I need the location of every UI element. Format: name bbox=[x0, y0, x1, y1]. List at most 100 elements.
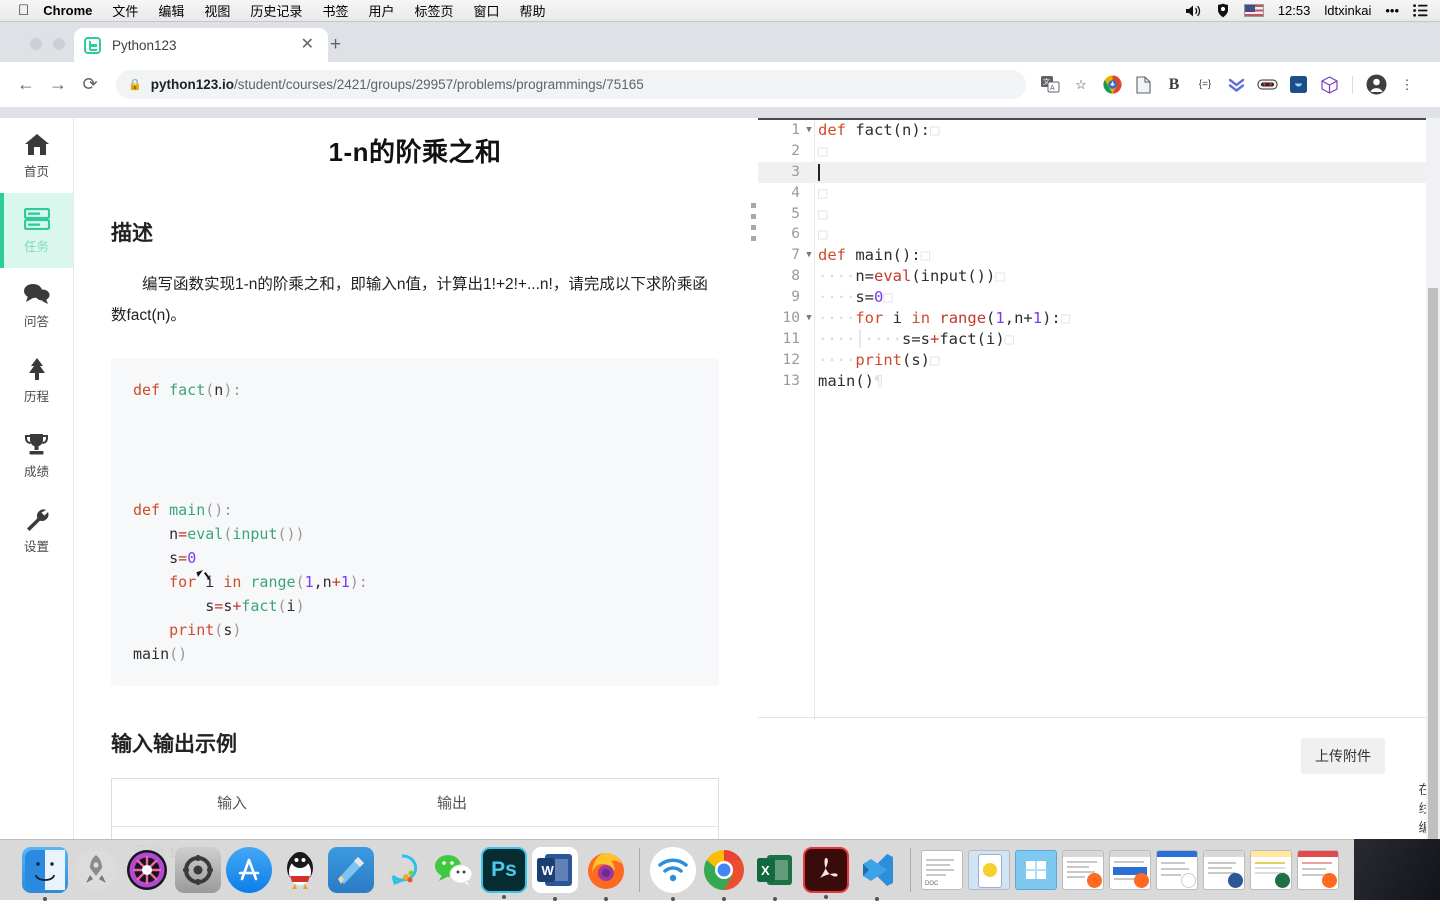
chrome-menu-icon[interactable]: ⋮ bbox=[1395, 73, 1419, 97]
reload-icon[interactable]: ⟳ bbox=[74, 74, 106, 95]
window-close-button[interactable] bbox=[30, 38, 42, 50]
line-number: 5 bbox=[791, 205, 800, 222]
launchpad-icon[interactable] bbox=[73, 847, 119, 893]
forward-arrow-icon[interactable]: → bbox=[42, 74, 74, 95]
siri-icon[interactable] bbox=[124, 847, 170, 893]
editor-line[interactable]: 12 ····print(s)□ bbox=[758, 350, 1440, 371]
blue-app-icon[interactable] bbox=[1286, 73, 1310, 97]
menu-item-bookmarks[interactable]: 书签 bbox=[322, 1, 348, 20]
double-chevron-icon[interactable] bbox=[1224, 73, 1248, 97]
vscode-icon[interactable] bbox=[854, 847, 900, 893]
upload-attachment-button[interactable]: 上传附件 bbox=[1301, 738, 1385, 774]
line-code: ····print(s)□ bbox=[818, 350, 940, 369]
system-preferences-icon[interactable] bbox=[175, 847, 221, 893]
menu-item-edit[interactable]: 编辑 bbox=[158, 1, 184, 20]
firefox-icon[interactable] bbox=[583, 847, 629, 893]
wifi-app-icon[interactable] bbox=[650, 847, 696, 893]
scrollbar-thumb[interactable] bbox=[1428, 288, 1438, 861]
menu-item-help[interactable]: 帮助 bbox=[520, 1, 546, 20]
robot-icon[interactable] bbox=[1255, 73, 1279, 97]
window-minimize-button[interactable] bbox=[53, 38, 65, 50]
line-code: □ bbox=[818, 183, 828, 202]
fold-arrow-icon[interactable]: ▼ bbox=[804, 120, 814, 141]
tasks-icon bbox=[23, 206, 51, 232]
menu-item-window[interactable]: 窗口 bbox=[473, 1, 499, 20]
finder-icon[interactable] bbox=[22, 847, 68, 893]
sidebar-item-grades[interactable]: 成绩 bbox=[0, 418, 73, 493]
menu-item-chrome[interactable]: Chrome bbox=[43, 3, 92, 18]
apple-logo-icon[interactable]:  bbox=[18, 3, 29, 18]
panel-splitter-handle[interactable] bbox=[748, 118, 758, 728]
editor-line[interactable]: 9 ····s=0□ bbox=[758, 287, 1440, 308]
editor-line[interactable]: 2 □ bbox=[758, 141, 1440, 162]
qq-browser-icon[interactable] bbox=[379, 847, 425, 893]
vivaldi-icon[interactable]: В bbox=[1162, 73, 1186, 97]
menu-item-view[interactable]: 视图 bbox=[204, 1, 230, 20]
ellipsis-icon[interactable]: ••• bbox=[1385, 3, 1399, 18]
browser-tab-python123[interactable]: Python123 ✕ bbox=[74, 28, 328, 62]
chrome-icon[interactable] bbox=[701, 847, 747, 893]
excel-window[interactable] bbox=[1250, 850, 1292, 890]
editor-line-active[interactable]: 3 bbox=[758, 161, 1440, 183]
menu-item-file[interactable]: 文件 bbox=[112, 1, 138, 20]
profile-avatar-icon[interactable] bbox=[1364, 73, 1388, 97]
wifi-window[interactable] bbox=[1156, 850, 1198, 890]
editor-line[interactable]: 7 ▼ def main():□ bbox=[758, 245, 1440, 266]
editor-line[interactable]: 5 □ bbox=[758, 204, 1440, 225]
page-scrollbar[interactable] bbox=[1426, 118, 1440, 861]
editor-line[interactable]: 13 main()¶ bbox=[758, 371, 1440, 392]
excel-icon[interactable]: X bbox=[752, 847, 798, 893]
sidebar-item-qa[interactable]: 问答 bbox=[0, 268, 73, 343]
editor-line[interactable]: 1 ▼ def fact(n):□ bbox=[758, 120, 1440, 141]
volume-icon[interactable] bbox=[1185, 4, 1202, 18]
xcode-icon[interactable] bbox=[328, 847, 374, 893]
menu-item-tabs[interactable]: 标签页 bbox=[414, 1, 453, 20]
doc-file-icon[interactable]: DOC bbox=[921, 850, 963, 890]
word-window[interactable] bbox=[1203, 850, 1245, 890]
security-shield-icon[interactable] bbox=[1216, 3, 1230, 18]
sidebar-item-settings[interactable]: 设置 bbox=[0, 493, 73, 568]
translate-icon[interactable]: 文A bbox=[1038, 73, 1062, 97]
splitter-dot bbox=[750, 236, 756, 241]
phone-app-window[interactable] bbox=[968, 850, 1010, 890]
editor-line[interactable]: 6 □ bbox=[758, 224, 1440, 245]
online-code-editor[interactable]: 1 ▼ def fact(n):□ 2 □ 3 4 □ 5 □ 6 □ 7 ▼ … bbox=[758, 118, 1440, 720]
address-bar[interactable]: 🔒 python123.io/student/courses/2421/grou… bbox=[116, 70, 1026, 99]
line-number: 2 bbox=[791, 142, 800, 159]
us-flag-icon[interactable] bbox=[1243, 4, 1264, 17]
bookmark-star-icon[interactable]: ☆ bbox=[1069, 73, 1093, 97]
editor-lines[interactable]: 1 ▼ def fact(n):□ 2 □ 3 4 □ 5 □ 6 □ 7 ▼ … bbox=[758, 120, 1440, 392]
back-arrow-icon[interactable]: ← bbox=[10, 74, 42, 95]
browser-toolbar: ← → ⟳ 🔒 python123.io/student/courses/242… bbox=[0, 62, 1440, 107]
editor-line[interactable]: 8 ····n=eval(input())□ bbox=[758, 266, 1440, 287]
menu-item-history[interactable]: 历史记录 bbox=[250, 1, 302, 20]
close-icon[interactable]: ✕ bbox=[297, 35, 318, 55]
clock-time[interactable]: 12:53 bbox=[1278, 3, 1311, 18]
sidebar-item-home[interactable]: 首页 bbox=[0, 118, 73, 193]
editor-line[interactable]: 10 ▼ ····for i in range(1,n+1):□ bbox=[758, 308, 1440, 329]
sidebar-item-tasks[interactable]: 任务 bbox=[0, 193, 73, 268]
control-center-icon[interactable] bbox=[1413, 4, 1428, 17]
plus-icon[interactable]: + bbox=[330, 35, 341, 54]
user-name[interactable]: ldtxinkai bbox=[1324, 3, 1371, 18]
qq-icon[interactable] bbox=[277, 847, 323, 893]
json-viewer-icon[interactable]: {=} bbox=[1193, 73, 1217, 97]
document-icon[interactable] bbox=[1131, 73, 1155, 97]
fold-arrow-icon[interactable]: ▼ bbox=[804, 308, 814, 329]
menu-item-profiles[interactable]: 用户 bbox=[368, 1, 394, 20]
firefox-window-1[interactable] bbox=[1062, 850, 1104, 890]
chrome-download-icon[interactable] bbox=[1100, 73, 1124, 97]
editor-line[interactable]: 4 □ bbox=[758, 183, 1440, 204]
firefox-window-3[interactable] bbox=[1297, 850, 1339, 890]
app-store-icon[interactable] bbox=[226, 847, 272, 893]
3d-box-icon[interactable] bbox=[1317, 73, 1341, 97]
windows-folder-window[interactable] bbox=[1015, 850, 1057, 890]
word-icon[interactable]: W bbox=[532, 847, 578, 893]
editor-line[interactable]: 11 ····│····s=s+fact(i)□ bbox=[758, 329, 1440, 350]
photoshop-icon[interactable]: Ps bbox=[481, 847, 527, 893]
firefox-window-2[interactable] bbox=[1109, 850, 1151, 890]
sidebar-item-progress[interactable]: 历程 bbox=[0, 343, 73, 418]
acrobat-icon[interactable] bbox=[803, 847, 849, 893]
wechat-icon[interactable] bbox=[430, 847, 476, 893]
fold-arrow-icon[interactable]: ▼ bbox=[804, 245, 814, 266]
